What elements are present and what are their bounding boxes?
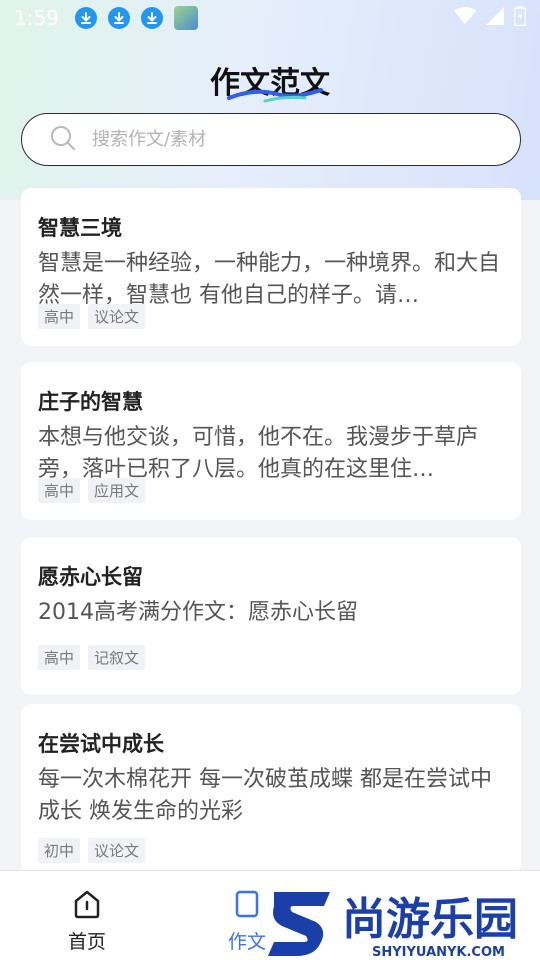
genre-tag: 应用文 (88, 478, 146, 503)
genre-tag: 记叙文 (88, 645, 146, 670)
article-title: 愿赤心长留 (38, 565, 143, 589)
search-icon (50, 125, 76, 155)
article-title: 在尝试中成长 (38, 732, 164, 756)
wifi-icon (454, 7, 476, 29)
genre-tag: 议论文 (88, 304, 146, 329)
site-watermark: 尚游乐园 SHYIYUANYK.COM (268, 892, 518, 960)
level-tag: 初中 (38, 838, 81, 863)
level-tag: 高中 (38, 478, 81, 503)
article-excerpt: 2014高考满分作文：愿赤心长留 (38, 600, 358, 625)
article-card[interactable]: 愿赤心长留 2014高考满分作文：愿赤心长留 高中 记叙文 (21, 537, 521, 695)
level-tag: 高中 (38, 304, 81, 329)
tag-list: 高中 应用文 (38, 478, 146, 503)
article-card[interactable]: 在尝试中成长 每一次木棉花开￼ 每一次破茧成蝶￼ 都是在尝试中成长￼ 焕发生命的… (21, 704, 521, 874)
tag-list: 高中 记叙文 (38, 645, 146, 670)
essay-icon (232, 889, 262, 923)
article-title: 庄子的智慧 (38, 390, 143, 414)
tag-list: 初中 议论文 (38, 838, 146, 863)
status-time: 1:59 (14, 6, 59, 30)
article-excerpt: 智慧是一种经验，一种能力，一种境界。和大自然一样，智慧也 有他自己的样子。请… (38, 251, 501, 308)
tag-list: 高中 议论文 (38, 304, 146, 329)
signal-icon (486, 7, 504, 29)
nav-label-home: 首页 (68, 931, 107, 953)
download-icon (107, 7, 130, 29)
nav-item-home[interactable]: 首页 (68, 889, 106, 954)
article-excerpt: 本想与他交谈，可惜，他不在。我漫步于草庐旁，落叶已积了八层。他真的在这里住… (38, 425, 479, 482)
status-bar: 1:59 (0, 0, 540, 36)
search-bar[interactable] (21, 113, 521, 166)
watermark-domain: SHYIYUANYK.COM (372, 945, 505, 960)
article-card[interactable]: 庄子的智慧 本想与他交谈，可惜，他不在。我漫步于草庐旁，落叶已积了八层。他真的在… (21, 362, 521, 520)
genre-tag: 议论文 (88, 838, 146, 863)
app-thumbnail (173, 6, 198, 30)
title-underline (227, 88, 323, 103)
article-excerpt: 每一次木棉花开￼ 每一次破茧成蝶￼ 都是在尝试中成长￼ 焕发生命的光彩￼ (38, 767, 492, 824)
search-input[interactable] (92, 129, 472, 150)
battery-icon (513, 6, 527, 30)
download-icon (140, 7, 163, 29)
watermark-brand: 尚游乐园 (342, 894, 518, 945)
home-icon (72, 889, 102, 923)
download-icon (74, 7, 97, 29)
nav-item-essay[interactable]: 作文 (228, 889, 266, 954)
article-title: 智慧三境 (38, 216, 122, 240)
article-card[interactable]: 智慧三境 智慧是一种经验，一种能力，一种境界。和大自然一样，智慧也 有他自己的样… (21, 188, 521, 346)
nav-label-essay: 作文 (228, 931, 267, 953)
level-tag: 高中 (38, 645, 81, 670)
